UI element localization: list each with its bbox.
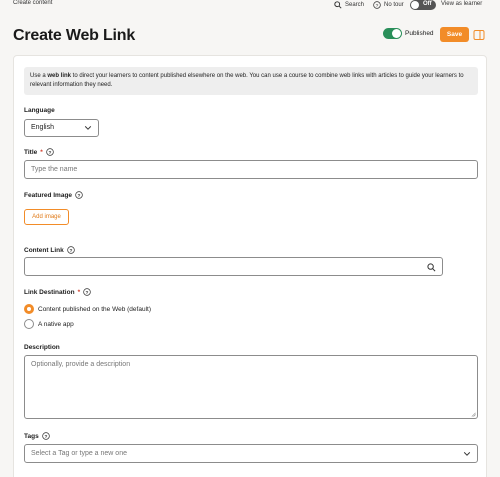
info-banner: Use a web link to direct your learners t… <box>24 67 478 95</box>
link-destination-label: Link Destination * ? <box>24 288 91 296</box>
view-as-learner-toggle[interactable]: Off <box>410 0 436 10</box>
svg-text:?: ? <box>78 193 81 199</box>
description-textarea[interactable]: Optionally, provide a description <box>24 355 478 419</box>
chevron-down-icon <box>84 126 92 130</box>
radio-label: A native app <box>38 320 74 328</box>
svg-text:?: ? <box>86 290 89 296</box>
toggle-state: Off <box>423 1 432 7</box>
resize-grip-icon[interactable] <box>471 412 476 417</box>
help-icon[interactable]: ? <box>66 246 75 254</box>
svg-text:?: ? <box>48 150 51 156</box>
help-icon[interactable]: ? <box>75 191 83 199</box>
add-image-button[interactable]: Add image <box>24 209 69 225</box>
tags-label: Tags ? <box>24 432 50 440</box>
top-bar: Create content Search ? No tour Off View… <box>0 0 500 11</box>
title-label-text: Title <box>24 148 38 156</box>
toggle-knob <box>392 29 401 38</box>
featured-image-label-text: Featured Image <box>24 191 73 199</box>
side-panel-button[interactable] <box>473 28 485 40</box>
published-label: Published <box>405 30 434 37</box>
content-link-label-text: Content Link <box>24 246 64 254</box>
tags-select[interactable]: Select a Tag or type a new one <box>24 444 478 463</box>
chevron-down-icon <box>463 452 471 456</box>
published-toggle[interactable] <box>383 28 402 39</box>
form-card: Use a web link to direct your learners t… <box>13 55 487 477</box>
description-placeholder: Optionally, provide a description <box>31 361 131 368</box>
radio-option-native-app[interactable]: A native app <box>24 319 74 329</box>
featured-image-label: Featured Image ? <box>24 191 83 199</box>
required-mark: * <box>77 288 81 296</box>
info-prefix: Use a <box>30 73 48 79</box>
link-destination-label-text: Link Destination <box>24 288 75 296</box>
content-link-label: Content Link ? <box>24 246 75 254</box>
search-icon <box>334 1 342 9</box>
view-as-learner-label: View as learner <box>441 1 483 7</box>
tags-label-text: Tags <box>24 432 39 440</box>
content-link-input[interactable] <box>24 257 443 276</box>
language-value: English <box>31 124 54 131</box>
description-label-text: Description <box>24 344 60 351</box>
description-label: Description <box>24 344 60 351</box>
radio-option-web[interactable]: Content published on the Web (default) <box>24 304 151 314</box>
tour-label: No tour <box>384 2 404 8</box>
required-mark: * <box>40 148 43 156</box>
side-panel-icon <box>473 30 485 40</box>
toggle-knob <box>411 1 419 9</box>
svg-text:?: ? <box>376 3 379 9</box>
page-title: Create Web Link <box>13 27 136 44</box>
language-select[interactable]: English <box>24 119 99 137</box>
help-icon[interactable]: ? <box>46 148 54 156</box>
radio-button[interactable] <box>24 319 34 329</box>
search-icon[interactable] <box>427 263 436 272</box>
svg-text:?: ? <box>69 248 72 254</box>
help-icon[interactable]: ? <box>41 432 50 440</box>
radio-button-selected[interactable] <box>24 304 34 314</box>
tags-placeholder: Select a Tag or type a new one <box>31 450 127 457</box>
info-suffix: to direct your learners to content publi… <box>30 73 464 88</box>
breadcrumb[interactable]: Create content <box>13 0 52 6</box>
search-button[interactable]: Search <box>334 1 364 9</box>
svg-text:?: ? <box>44 434 47 440</box>
language-label-text: Language <box>24 107 55 114</box>
info-bold: web link <box>47 73 72 79</box>
search-label: Search <box>345 2 365 8</box>
language-label: Language <box>24 107 55 114</box>
title-input[interactable]: Type the name <box>24 160 478 179</box>
tour-button[interactable]: ? No tour <box>373 1 404 9</box>
radio-label: Content published on the Web (default) <box>38 305 151 313</box>
save-button[interactable]: Save <box>440 27 469 42</box>
question-circle-icon: ? <box>373 1 381 9</box>
help-icon[interactable]: ? <box>83 288 91 296</box>
title-label: Title * ? <box>24 148 54 156</box>
